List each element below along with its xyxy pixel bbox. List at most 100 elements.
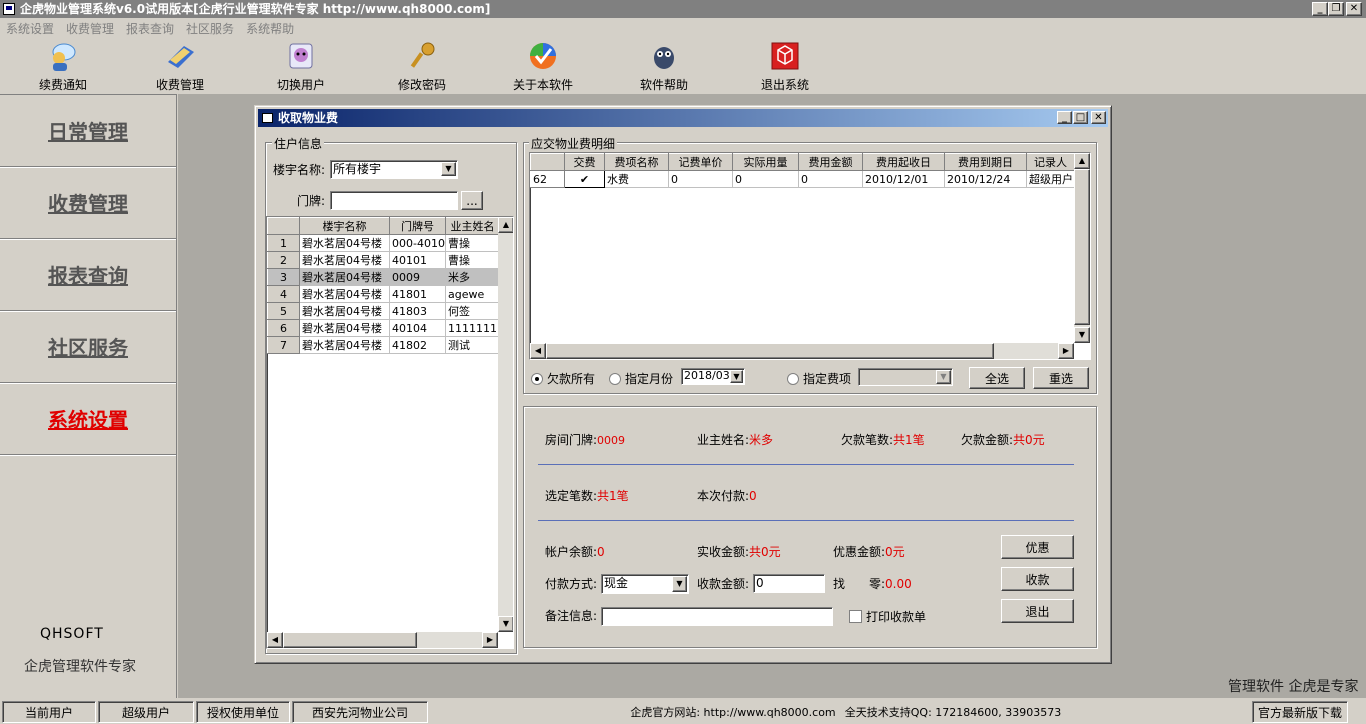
key-icon	[406, 40, 438, 72]
col-usage[interactable]: 实际用量	[732, 153, 799, 171]
close-button[interactable]: ✕	[1346, 2, 1362, 16]
nav-report-query[interactable]: 报表查询	[0, 239, 176, 311]
collect-fee-dialog: 收取物业费 _ □ ✕ 住户信息 楼宇名称: 所有楼宇 ▼ 门牌: ... 楼宇…	[254, 105, 1112, 664]
balance-value: 0	[597, 545, 605, 559]
option-month[interactable]: 指定月份	[609, 370, 673, 387]
toolbar-fee-management-button[interactable]: 收费管理	[135, 40, 225, 92]
menu-fee-management[interactable]: 收费管理	[66, 20, 114, 37]
nav-daily-management[interactable]: 日常管理	[0, 95, 176, 167]
nav-community-service[interactable]: 社区服务	[0, 311, 176, 383]
table-row[interactable]: 2 碧水茗居04号楼 40101 曹操	[267, 251, 500, 269]
scroll-thumb[interactable]	[1074, 169, 1090, 325]
dialog-icon	[262, 113, 273, 123]
fee-grid-vscrollbar[interactable]: ▲ ▼	[1074, 153, 1090, 343]
col-end-date[interactable]: 费用到期日	[944, 153, 1027, 171]
pay-checkbox[interactable]: ✔	[564, 170, 605, 188]
option-fee-item[interactable]: 指定费项	[787, 370, 851, 387]
door-browse-button[interactable]: ...	[461, 191, 483, 210]
col-fee-name[interactable]: 费项名称	[604, 153, 669, 171]
download-latest-link[interactable]: 官方最新版下载	[1252, 701, 1348, 723]
scroll-down-icon[interactable]: ▼	[1074, 327, 1090, 343]
change-label: 找 零:0.00	[833, 577, 912, 591]
table-row[interactable]: 5 碧水茗居04号楼 41803 何签	[267, 302, 500, 320]
radio-icon	[609, 372, 621, 385]
discount-button[interactable]: 优惠	[1001, 535, 1074, 559]
col-pay[interactable]: 交费	[564, 153, 605, 171]
chevron-down-icon[interactable]: ▼	[730, 370, 743, 383]
fee-item-select[interactable]: ▼	[858, 368, 953, 386]
menu-community-service[interactable]: 社区服务	[186, 20, 234, 37]
toolbar-about-button[interactable]: 关于本软件	[498, 40, 588, 92]
divider	[538, 520, 1074, 521]
col-unit-price[interactable]: 记费单价	[668, 153, 733, 171]
menu-system-help[interactable]: 系统帮助	[246, 20, 294, 37]
remark-label: 备注信息:	[545, 609, 598, 623]
building-select[interactable]: 所有楼宇 ▼	[330, 160, 458, 179]
col-amount[interactable]: 费用金额	[798, 153, 863, 171]
chevron-down-icon[interactable]: ▼	[441, 162, 456, 176]
scroll-up-icon[interactable]: ▲	[1074, 153, 1090, 169]
select-all-button[interactable]: 全选	[969, 367, 1025, 389]
resident-grid-vscrollbar[interactable]: ▲ ▼	[498, 217, 513, 632]
chevron-down-icon[interactable]: ▼	[672, 576, 687, 592]
col-recorder[interactable]: 记录人	[1026, 153, 1075, 171]
dialog-minimize-button[interactable]: _	[1057, 111, 1072, 124]
received-value: 共0元	[749, 545, 781, 559]
door-input[interactable]	[330, 191, 458, 210]
table-row[interactable]: 7 碧水茗居04号楼 41802 测试	[267, 336, 500, 354]
table-row[interactable]: 4 碧水茗居04号楼 41801 agewe	[267, 285, 500, 303]
fee-grid-hscrollbar[interactable]: ◀ ▶	[530, 343, 1074, 359]
nav-fee-management[interactable]: 收费管理	[0, 167, 176, 239]
col-start-date[interactable]: 费用起收日	[862, 153, 945, 171]
nav-system-settings[interactable]: 系统设置	[0, 383, 176, 455]
table-row[interactable]: 62 ✔ 水费 0 0 0 2010/12/01 2010/12/24 超级用户	[530, 170, 1075, 188]
status-website[interactable]: 企虎官方网站: http://www.qh8000.com	[626, 701, 840, 723]
toolbar-change-password-button[interactable]: 修改密码	[377, 40, 467, 92]
scroll-down-icon[interactable]: ▼	[498, 616, 513, 632]
table-row-selected[interactable]: 3 碧水茗居04号楼 0009 米多	[267, 268, 500, 286]
print-receipt-checkbox[interactable]: 打印收款单	[849, 608, 926, 625]
toolbar-exit-button[interactable]: 退出系统	[740, 40, 830, 92]
minimize-button[interactable]: _	[1312, 2, 1328, 16]
menu-bar: 系统设置 收费管理 报表查询 社区服务 系统帮助	[0, 18, 1366, 38]
this-payment-value: 0	[749, 489, 757, 503]
chevron-down-icon[interactable]: ▼	[936, 370, 951, 384]
table-row[interactable]: 1 碧水茗居04号楼 000-40101 曹操	[267, 234, 500, 252]
col-owner[interactable]: 业主姓名	[445, 217, 500, 235]
scroll-thumb[interactable]	[546, 343, 994, 359]
toolbar-renewal-notice-button[interactable]: 续费通知	[18, 40, 108, 92]
toolbar-help-button[interactable]: 软件帮助	[619, 40, 709, 92]
option-all-debts[interactable]: 欠款所有	[531, 370, 595, 387]
toolbar-switch-user-button[interactable]: 切换用户	[256, 40, 346, 92]
scroll-left-icon[interactable]: ◀	[267, 632, 283, 648]
payment-method-select[interactable]: 现金 ▼	[601, 574, 689, 594]
dialog-maximize-button[interactable]: □	[1073, 111, 1088, 124]
scroll-up-icon[interactable]: ▲	[498, 217, 513, 233]
scroll-thumb[interactable]	[283, 632, 417, 648]
scroll-right-icon[interactable]: ▶	[482, 632, 498, 648]
dialog-close-button[interactable]: ✕	[1091, 111, 1106, 124]
status-support-qq: 全天技术支持QQ: 172184600, 33903573	[844, 706, 1062, 719]
col-building[interactable]: 楼宇名称	[299, 217, 390, 235]
col-door[interactable]: 门牌号	[389, 217, 446, 235]
menu-report-query[interactable]: 报表查询	[126, 20, 174, 37]
exit-button[interactable]: 退出	[1001, 599, 1074, 623]
collect-button[interactable]: 收款	[1001, 567, 1074, 591]
dialog-title-bar: 收取物业费	[258, 109, 1108, 127]
resident-info-label: 住户信息	[272, 135, 325, 152]
resident-grid-hscrollbar[interactable]: ◀ ▶	[267, 632, 498, 648]
collect-amount-label: 收款金额:	[697, 577, 750, 591]
month-picker[interactable]: 2018/03 ▼	[681, 368, 745, 385]
scroll-right-icon[interactable]: ▶	[1058, 343, 1074, 359]
remark-input[interactable]	[601, 607, 833, 626]
restore-icon: ❐	[1331, 3, 1341, 14]
menu-system-settings[interactable]: 系统设置	[6, 20, 54, 37]
scroll-left-icon[interactable]: ◀	[530, 343, 546, 359]
divider	[538, 464, 1074, 465]
grid-corner	[530, 153, 565, 171]
collect-amount-input[interactable]: 0	[753, 574, 825, 593]
table-row[interactable]: 6 碧水茗居04号楼 40104 11111111111	[267, 319, 500, 337]
restore-button[interactable]: ❐	[1328, 2, 1344, 16]
reselect-button[interactable]: 重选	[1033, 367, 1089, 389]
status-licensee-label: 授权使用单位	[196, 701, 290, 723]
